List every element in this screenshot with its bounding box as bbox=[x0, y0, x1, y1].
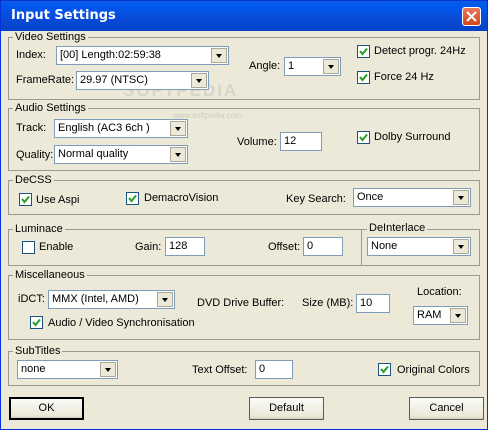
framerate-value: 29.97 (NTSC) bbox=[80, 74, 148, 86]
index-value: [00] Length:02:59:38 bbox=[60, 49, 161, 61]
close-icon bbox=[466, 11, 477, 22]
deinterlace-value: None bbox=[371, 240, 398, 252]
idct-value: MMX (Intel, AMD) bbox=[52, 293, 139, 305]
cancel-button[interactable]: Cancel bbox=[409, 397, 484, 420]
demacrovision-checkbox[interactable] bbox=[126, 192, 139, 205]
chevron-down-icon[interactable] bbox=[323, 59, 339, 74]
offset-value: 0 bbox=[307, 240, 314, 252]
location-label: Location: bbox=[417, 286, 462, 298]
subtitles-legend: SubTitles bbox=[13, 345, 63, 357]
chevron-down-icon[interactable] bbox=[211, 48, 227, 63]
angle-label: Angle: bbox=[249, 60, 281, 72]
buffer-size-label: Size (MB): bbox=[302, 297, 354, 309]
volume-label: Volume: bbox=[237, 136, 277, 148]
ok-button[interactable]: OK bbox=[9, 397, 84, 420]
chevron-down-icon[interactable] bbox=[450, 308, 466, 323]
detect-24hz-label: Detect progr. 24Hz bbox=[374, 45, 466, 57]
checkmark-icon bbox=[32, 318, 41, 327]
buffer-size-value: 10 bbox=[360, 297, 373, 309]
track-value: English (AC3 6ch ) bbox=[58, 122, 150, 134]
force-24hz-label: Force 24 Hz bbox=[374, 71, 434, 83]
close-button[interactable] bbox=[462, 7, 481, 26]
use-aspi-checkbox[interactable] bbox=[19, 193, 32, 206]
default-button[interactable]: Default bbox=[249, 397, 324, 420]
original-colors-checkbox[interactable] bbox=[378, 363, 391, 376]
dolby-surround-label: Dolby Surround bbox=[374, 131, 451, 143]
original-colors-label: Original Colors bbox=[397, 364, 470, 376]
title-bar[interactable]: Input Settings bbox=[1, 1, 487, 31]
dolby-surround-checkbox[interactable] bbox=[357, 131, 370, 144]
angle-select[interactable]: 1 bbox=[284, 57, 341, 76]
checkmark-icon bbox=[359, 47, 368, 56]
volume-value: 12 bbox=[284, 135, 297, 147]
deinterlace-select[interactable]: None bbox=[367, 237, 471, 256]
track-select[interactable]: English (AC3 6ch ) bbox=[54, 119, 188, 138]
chevron-down-icon[interactable] bbox=[453, 190, 469, 205]
idct-label: iDCT: bbox=[18, 293, 45, 305]
volume-input[interactable]: 12 bbox=[280, 132, 322, 151]
window-title: Input Settings bbox=[11, 8, 116, 23]
buffer-size-input[interactable]: 10 bbox=[356, 294, 390, 313]
checkmark-icon bbox=[128, 194, 137, 203]
chevron-down-icon[interactable] bbox=[157, 292, 173, 307]
angle-value: 1 bbox=[288, 60, 295, 72]
detect-24hz-checkbox[interactable] bbox=[357, 45, 370, 58]
key-search-select[interactable]: Once bbox=[353, 188, 471, 207]
checkmark-icon bbox=[359, 73, 368, 82]
luminance-legend: Luminace bbox=[13, 223, 65, 235]
offset-input[interactable]: 0 bbox=[303, 237, 343, 256]
framerate-label: FrameRate: bbox=[16, 74, 75, 86]
location-value: RAM bbox=[417, 309, 442, 321]
location-select[interactable]: RAM bbox=[413, 306, 468, 325]
checkmark-icon bbox=[359, 133, 368, 142]
checkmark-icon bbox=[380, 365, 389, 374]
chevron-down-icon[interactable] bbox=[100, 362, 116, 377]
gain-label: Gain: bbox=[135, 241, 162, 253]
text-offset-input[interactable]: 0 bbox=[255, 360, 293, 379]
video-settings-legend: Video Settings bbox=[13, 31, 88, 43]
decss-legend: DeCSS bbox=[13, 174, 54, 186]
gain-value: 128 bbox=[169, 240, 188, 252]
checkmark-icon bbox=[21, 195, 30, 204]
text-offset-value: 0 bbox=[259, 363, 266, 375]
quality-value: Normal quality bbox=[58, 148, 129, 160]
chevron-down-icon[interactable] bbox=[191, 73, 207, 88]
framerate-select[interactable]: 29.97 (NTSC) bbox=[76, 71, 209, 90]
index-label: Index: bbox=[16, 49, 46, 61]
use-aspi-label: Use Aspi bbox=[36, 194, 80, 206]
chevron-down-icon[interactable] bbox=[170, 121, 186, 136]
av-sync-checkbox[interactable] bbox=[30, 316, 43, 329]
index-select[interactable]: [00] Length:02:59:38 bbox=[56, 46, 229, 65]
quality-select[interactable]: Normal quality bbox=[54, 145, 188, 164]
group-divider bbox=[361, 229, 362, 266]
demacrovision-label: DemacroVision bbox=[144, 192, 219, 204]
text-offset-label: Text Offset: bbox=[192, 364, 248, 376]
miscellaneous-legend: Miscellaneous bbox=[13, 269, 87, 281]
track-label: Track: bbox=[16, 122, 47, 134]
idct-select[interactable]: MMX (Intel, AMD) bbox=[48, 290, 175, 309]
input-settings-dialog: Input Settings SOFTPEDIA www.softpedia.c… bbox=[0, 0, 488, 430]
offset-label: Offset: bbox=[268, 241, 301, 253]
av-sync-label: Audio / Video Synchronisation bbox=[48, 317, 195, 329]
gain-input[interactable]: 128 bbox=[165, 237, 205, 256]
chevron-down-icon[interactable] bbox=[453, 239, 469, 254]
audio-settings-legend: Audio Settings bbox=[13, 102, 88, 114]
subtitles-select[interactable]: none bbox=[17, 360, 118, 379]
chevron-down-icon[interactable] bbox=[170, 147, 186, 162]
quality-label: Quality: bbox=[16, 149, 54, 161]
luminance-enable-checkbox[interactable] bbox=[22, 241, 35, 254]
dvd-drive-buffer-label: DVD Drive Buffer: bbox=[197, 297, 285, 309]
luminance-enable-label: Enable bbox=[39, 241, 74, 253]
key-search-value: Once bbox=[357, 191, 384, 203]
subtitles-value: none bbox=[21, 363, 46, 375]
force-24hz-checkbox[interactable] bbox=[357, 71, 370, 84]
key-search-label: Key Search: bbox=[286, 193, 346, 205]
deinterlace-legend: DeInterlace bbox=[367, 222, 428, 234]
